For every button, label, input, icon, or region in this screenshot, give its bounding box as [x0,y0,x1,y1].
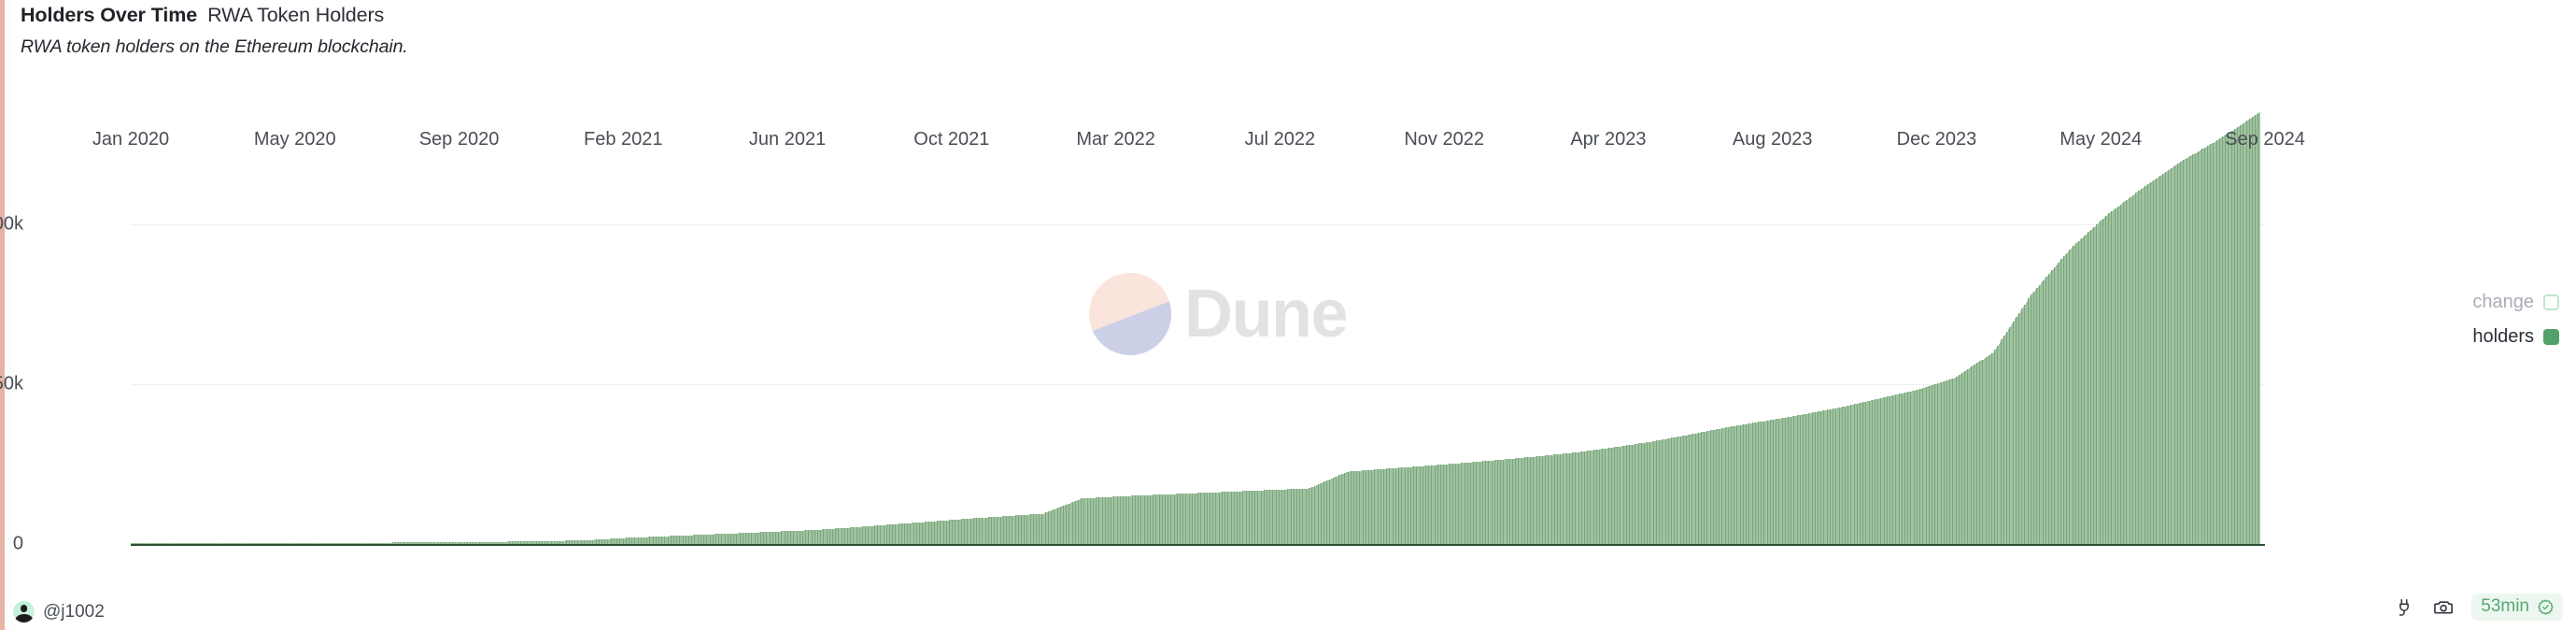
verified-check-icon [2536,597,2555,616]
chart-bar[interactable] [2258,112,2260,544]
x-tick-label: May 2024 [2059,129,2143,150]
x-tick-label: Jan 2020 [92,129,170,150]
y-tick-label: 50k [0,373,23,394]
x-tick-label: Jul 2022 [1244,129,1316,150]
x-tick-label: Nov 2022 [1404,129,1484,150]
chart-legend[interactable]: change holders [2472,292,2559,348]
x-tick-label: Jun 2021 [748,129,827,150]
camera-icon[interactable] [2432,596,2455,619]
avatar-head-shape [20,605,28,612]
refresh-age-label: 53min [2481,596,2529,616]
footer-actions[interactable]: 53min [2393,594,2563,621]
x-tick-label: Oct 2021 [913,129,990,150]
legend-swatch[interactable] [2543,329,2559,345]
footer-author[interactable]: @j1002 [13,601,105,623]
bar-series-holders[interactable] [131,112,2265,544]
avatar-body-shape [14,614,34,623]
plug-icon[interactable] [2393,596,2415,619]
x-axis-line [131,544,2265,546]
author-handle[interactable]: @j1002 [43,602,105,623]
refresh-status-badge[interactable]: 53min [2471,594,2563,621]
legend-label: holders [2472,326,2534,347]
x-tick-label: Aug 2023 [1732,129,1813,150]
x-tick-label: Sep 2020 [418,129,500,150]
legend-label: change [2472,292,2534,312]
legend-item-holders[interactable]: holders [2472,326,2559,348]
x-tick-label: Dec 2023 [1896,129,1977,150]
x-tick-label: Feb 2021 [584,129,663,150]
x-tick-label: Apr 2023 [1570,129,1647,150]
chart-area: 0 50k 100k Jan 2020 May 2020 Sep 2020 Feb 202… [0,0,2576,630]
chart-page: Holders Over Time RWA Token Holders RWA … [0,0,2576,630]
x-tick-label: Sep 2024 [2225,129,2305,150]
y-tick-label: 100k [0,213,23,235]
avatar [13,601,35,623]
x-tick-label: May 2020 [253,129,336,150]
legend-swatch[interactable] [2543,294,2559,310]
y-tick-label: 0 [12,533,23,554]
plot-region[interactable]: 0 50k 100k Jan 2020 May 2020 Sep 2020 Feb 202… [0,112,2305,554]
legend-item-change[interactable]: change [2472,292,2559,313]
x-tick-label: Mar 2022 [1076,129,1155,150]
